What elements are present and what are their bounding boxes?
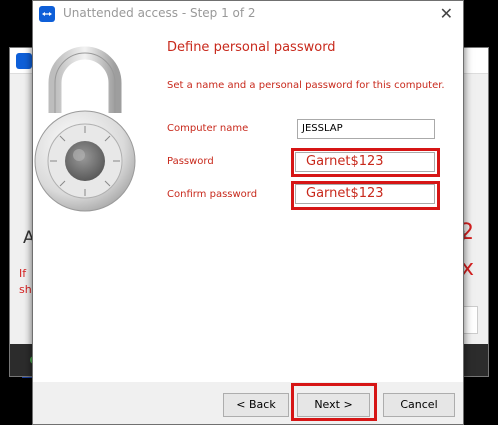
confirm-password-highlight — [291, 181, 440, 210]
password-highlight — [291, 148, 440, 177]
padlock-icon — [34, 46, 136, 212]
page-heading: Define personal password — [167, 40, 336, 55]
computer-name-label: Computer name — [167, 123, 249, 134]
teamviewer-icon — [16, 53, 32, 69]
confirm-password-label: Confirm password — [167, 189, 258, 200]
back-button[interactable]: < Back — [223, 393, 289, 417]
background-red-text: If sh — [19, 267, 32, 296]
dialog-content: Define personal password Set a name and … — [33, 27, 463, 382]
page-subtitle: Set a name and a personal password for t… — [167, 80, 445, 91]
next-button-highlight — [291, 383, 377, 421]
unattended-access-dialog: Unattended access - Step 1 of 2 ✕ Define… — [32, 0, 464, 425]
teamviewer-icon — [39, 6, 55, 22]
dialog-title: Unattended access - Step 1 of 2 — [63, 6, 256, 20]
cancel-button[interactable]: Cancel — [383, 393, 455, 417]
close-icon[interactable]: ✕ — [440, 4, 453, 23]
computer-name-field[interactable]: JESSLAP — [297, 119, 435, 139]
dialog-titlebar: Unattended access - Step 1 of 2 ✕ — [33, 1, 463, 27]
password-label: Password — [167, 156, 214, 167]
